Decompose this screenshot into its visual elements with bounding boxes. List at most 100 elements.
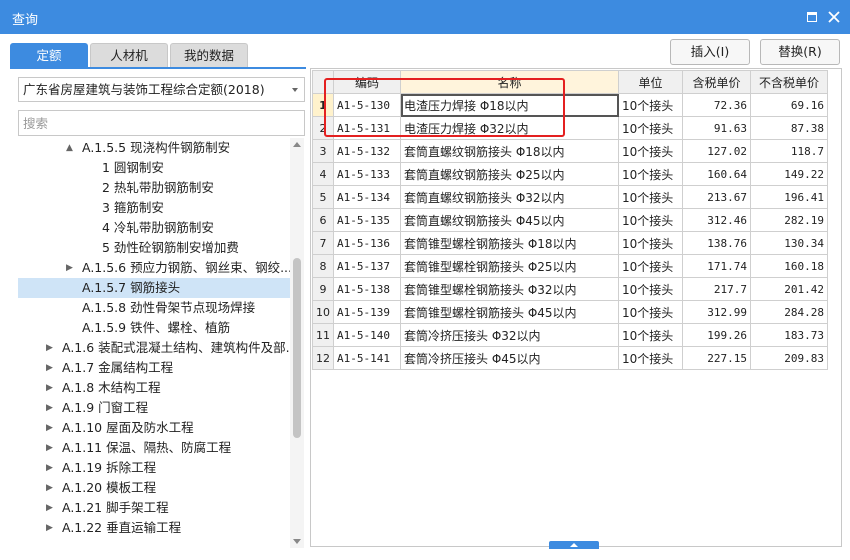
expand-icon[interactable]: ▶ (46, 418, 56, 438)
column-header-code[interactable]: 编码 (333, 70, 401, 94)
expand-icon[interactable]: ▶ (46, 338, 56, 358)
cell-tax-price[interactable]: 72.36 (682, 93, 751, 117)
close-icon[interactable] (826, 9, 842, 25)
cell-notax-price[interactable]: 183.73 (750, 323, 828, 347)
cell-unit[interactable]: 10个接头 (618, 185, 683, 209)
tree-item-a19[interactable]: ▶ A.1.9 门窗工程 (18, 398, 290, 418)
tree-item-round-steel[interactable]: 1 圆钢制安 (18, 158, 290, 178)
column-header-rownum[interactable] (312, 70, 334, 94)
cell-tax-price[interactable]: 160.64 (682, 162, 751, 186)
expand-icon[interactable]: ▶ (46, 498, 56, 518)
cell-name[interactable]: 套筒锥型螺栓钢筋接头 Φ25以内 (400, 254, 619, 278)
expand-icon[interactable]: ▶ (46, 518, 56, 538)
table-row[interactable]: 12 A1-5-141 套筒冷挤压接头 Φ45以内 10个接头 227.15 2… (312, 346, 828, 370)
tree-item-a120[interactable]: ▶ A.1.20 模板工程 (18, 478, 290, 498)
tree-item-a121[interactable]: ▶ A.1.21 脚手架工程 (18, 498, 290, 518)
cell-tax-price[interactable]: 91.63 (682, 116, 751, 140)
tab-labor-material-machine[interactable]: 人材机 (90, 43, 168, 68)
cell-code[interactable]: A1-5-139 (333, 300, 401, 324)
title-bar[interactable]: 查询 (0, 0, 850, 34)
panel-expand-handle[interactable] (549, 541, 599, 549)
tab-quota[interactable]: 定额 (10, 43, 88, 68)
cell-tax-price[interactable]: 171.74 (682, 254, 751, 278)
tree-scrollbar[interactable] (290, 138, 304, 548)
column-header-name[interactable]: 名称 (400, 70, 619, 94)
cell-unit[interactable]: 10个接头 (618, 323, 683, 347)
cell-unit[interactable]: 10个接头 (618, 346, 683, 370)
table-row[interactable]: 11 A1-5-140 套筒冷挤压接头 Φ32以内 10个接头 199.26 1… (312, 323, 828, 347)
expand-icon[interactable]: ▶ (46, 398, 56, 418)
cell-tax-price[interactable]: 199.26 (682, 323, 751, 347)
cell-notax-price[interactable]: 130.34 (750, 231, 828, 255)
search-input[interactable] (18, 110, 305, 136)
cell-code[interactable]: A1-5-133 (333, 162, 401, 186)
tree-item-a155[interactable]: ▲ A.1.5.5 现浇构件钢筋制安 (18, 138, 290, 158)
scroll-up-icon[interactable] (293, 142, 301, 147)
cell-name[interactable]: 电渣压力焊接 Φ18以内 (400, 93, 619, 117)
cell-unit[interactable]: 10个接头 (618, 139, 683, 163)
maximize-icon[interactable] (804, 9, 820, 25)
tree-item-stiff-concrete[interactable]: 5 劲性砼钢筋制安增加费 (18, 238, 290, 258)
table-row[interactable]: 5 A1-5-134 套筒直螺纹钢筋接头 Φ32以内 10个接头 213.67 … (312, 185, 828, 209)
cell-name[interactable]: 套筒冷挤压接头 Φ32以内 (400, 323, 619, 347)
cell-code[interactable]: A1-5-132 (333, 139, 401, 163)
table-row[interactable]: 8 A1-5-137 套筒锥型螺栓钢筋接头 Φ25以内 10个接头 171.74… (312, 254, 828, 278)
cell-notax-price[interactable]: 284.28 (750, 300, 828, 324)
scroll-thumb[interactable] (293, 258, 301, 438)
cell-notax-price[interactable]: 282.19 (750, 208, 828, 232)
table-row[interactable]: 7 A1-5-136 套筒锥型螺栓钢筋接头 Φ18以内 10个接头 138.76… (312, 231, 828, 255)
cell-name[interactable]: 套筒冷挤压接头 Φ45以内 (400, 346, 619, 370)
cell-notax-price[interactable]: 209.83 (750, 346, 828, 370)
table-row[interactable]: 2 A1-5-131 电渣压力焊接 Φ32以内 10个接头 91.63 87.3… (312, 116, 828, 140)
table-row[interactable]: 9 A1-5-138 套筒锥型螺栓钢筋接头 Φ32以内 10个接头 217.7 … (312, 277, 828, 301)
column-header-tax-price[interactable]: 含税单价 (682, 70, 751, 94)
cell-name[interactable]: 套筒锥型螺栓钢筋接头 Φ45以内 (400, 300, 619, 324)
cell-tax-price[interactable]: 217.7 (682, 277, 751, 301)
cell-unit[interactable]: 10个接头 (618, 277, 683, 301)
cell-notax-price[interactable]: 118.7 (750, 139, 828, 163)
table-row[interactable]: 6 A1-5-135 套筒直螺纹钢筋接头 Φ45以内 10个接头 312.46 … (312, 208, 828, 232)
expand-icon[interactable]: ▶ (46, 458, 56, 478)
scroll-down-icon[interactable] (293, 539, 301, 544)
tree-item-a156[interactable]: ▶ A.1.5.6 预应力钢筋、钢丝束、钢绞... (18, 258, 292, 278)
tab-my-data[interactable]: 我的数据 (170, 43, 248, 68)
chevron-down-icon[interactable] (292, 88, 298, 92)
cell-code[interactable]: A1-5-136 (333, 231, 401, 255)
cell-name[interactable]: 套筒锥型螺栓钢筋接头 Φ32以内 (400, 277, 619, 301)
cell-name[interactable]: 电渣压力焊接 Φ32以内 (400, 116, 619, 140)
tree-item-a157[interactable]: A.1.5.7 钢筋接头 (18, 278, 290, 298)
cell-notax-price[interactable]: 196.41 (750, 185, 828, 209)
tree-item-a158[interactable]: A.1.5.8 劲性骨架节点现场焊接 (18, 298, 290, 318)
cell-notax-price[interactable]: 69.16 (750, 93, 828, 117)
tree-item-a119[interactable]: ▶ A.1.19 拆除工程 (18, 458, 290, 478)
expand-icon[interactable]: ▶ (46, 478, 56, 498)
cell-code[interactable]: A1-5-140 (333, 323, 401, 347)
cell-code[interactable]: A1-5-138 (333, 277, 401, 301)
cell-unit[interactable]: 10个接头 (618, 162, 683, 186)
cell-unit[interactable]: 10个接头 (618, 116, 683, 140)
column-header-notax-price[interactable]: 不含税单价 (750, 70, 828, 94)
tree-item-a122[interactable]: ▶ A.1.22 垂直运输工程 (18, 518, 290, 538)
table-row[interactable]: 10 A1-5-139 套筒锥型螺栓钢筋接头 Φ45以内 10个接头 312.9… (312, 300, 828, 324)
cell-code[interactable]: A1-5-134 (333, 185, 401, 209)
cell-unit[interactable]: 10个接头 (618, 254, 683, 278)
tree-item-a17[interactable]: ▶ A.1.7 金属结构工程 (18, 358, 290, 378)
cell-code[interactable]: A1-5-131 (333, 116, 401, 140)
cell-name[interactable]: 套筒直螺纹钢筋接头 Φ25以内 (400, 162, 619, 186)
cell-tax-price[interactable]: 213.67 (682, 185, 751, 209)
tree-item-cold-rolled[interactable]: 4 冷轧带肋钢筋制安 (18, 218, 290, 238)
column-header-unit[interactable]: 单位 (618, 70, 683, 94)
cell-tax-price[interactable]: 227.15 (682, 346, 751, 370)
cell-notax-price[interactable]: 201.42 (750, 277, 828, 301)
tree-item-a16[interactable]: ▶ A.1.6 装配式混凝土结构、建筑构件及部... (18, 338, 298, 358)
cell-code[interactable]: A1-5-135 (333, 208, 401, 232)
cell-tax-price[interactable]: 127.02 (682, 139, 751, 163)
cell-notax-price[interactable]: 87.38 (750, 116, 828, 140)
tree-item-a110[interactable]: ▶ A.1.10 屋面及防水工程 (18, 418, 290, 438)
expand-icon[interactable]: ▶ (46, 358, 56, 378)
cell-tax-price[interactable]: 312.46 (682, 208, 751, 232)
cell-tax-price[interactable]: 138.76 (682, 231, 751, 255)
tree-item-a159[interactable]: A.1.5.9 铁件、螺栓、植筋 (18, 318, 290, 338)
cell-unit[interactable]: 10个接头 (618, 208, 683, 232)
cell-unit[interactable]: 10个接头 (618, 231, 683, 255)
